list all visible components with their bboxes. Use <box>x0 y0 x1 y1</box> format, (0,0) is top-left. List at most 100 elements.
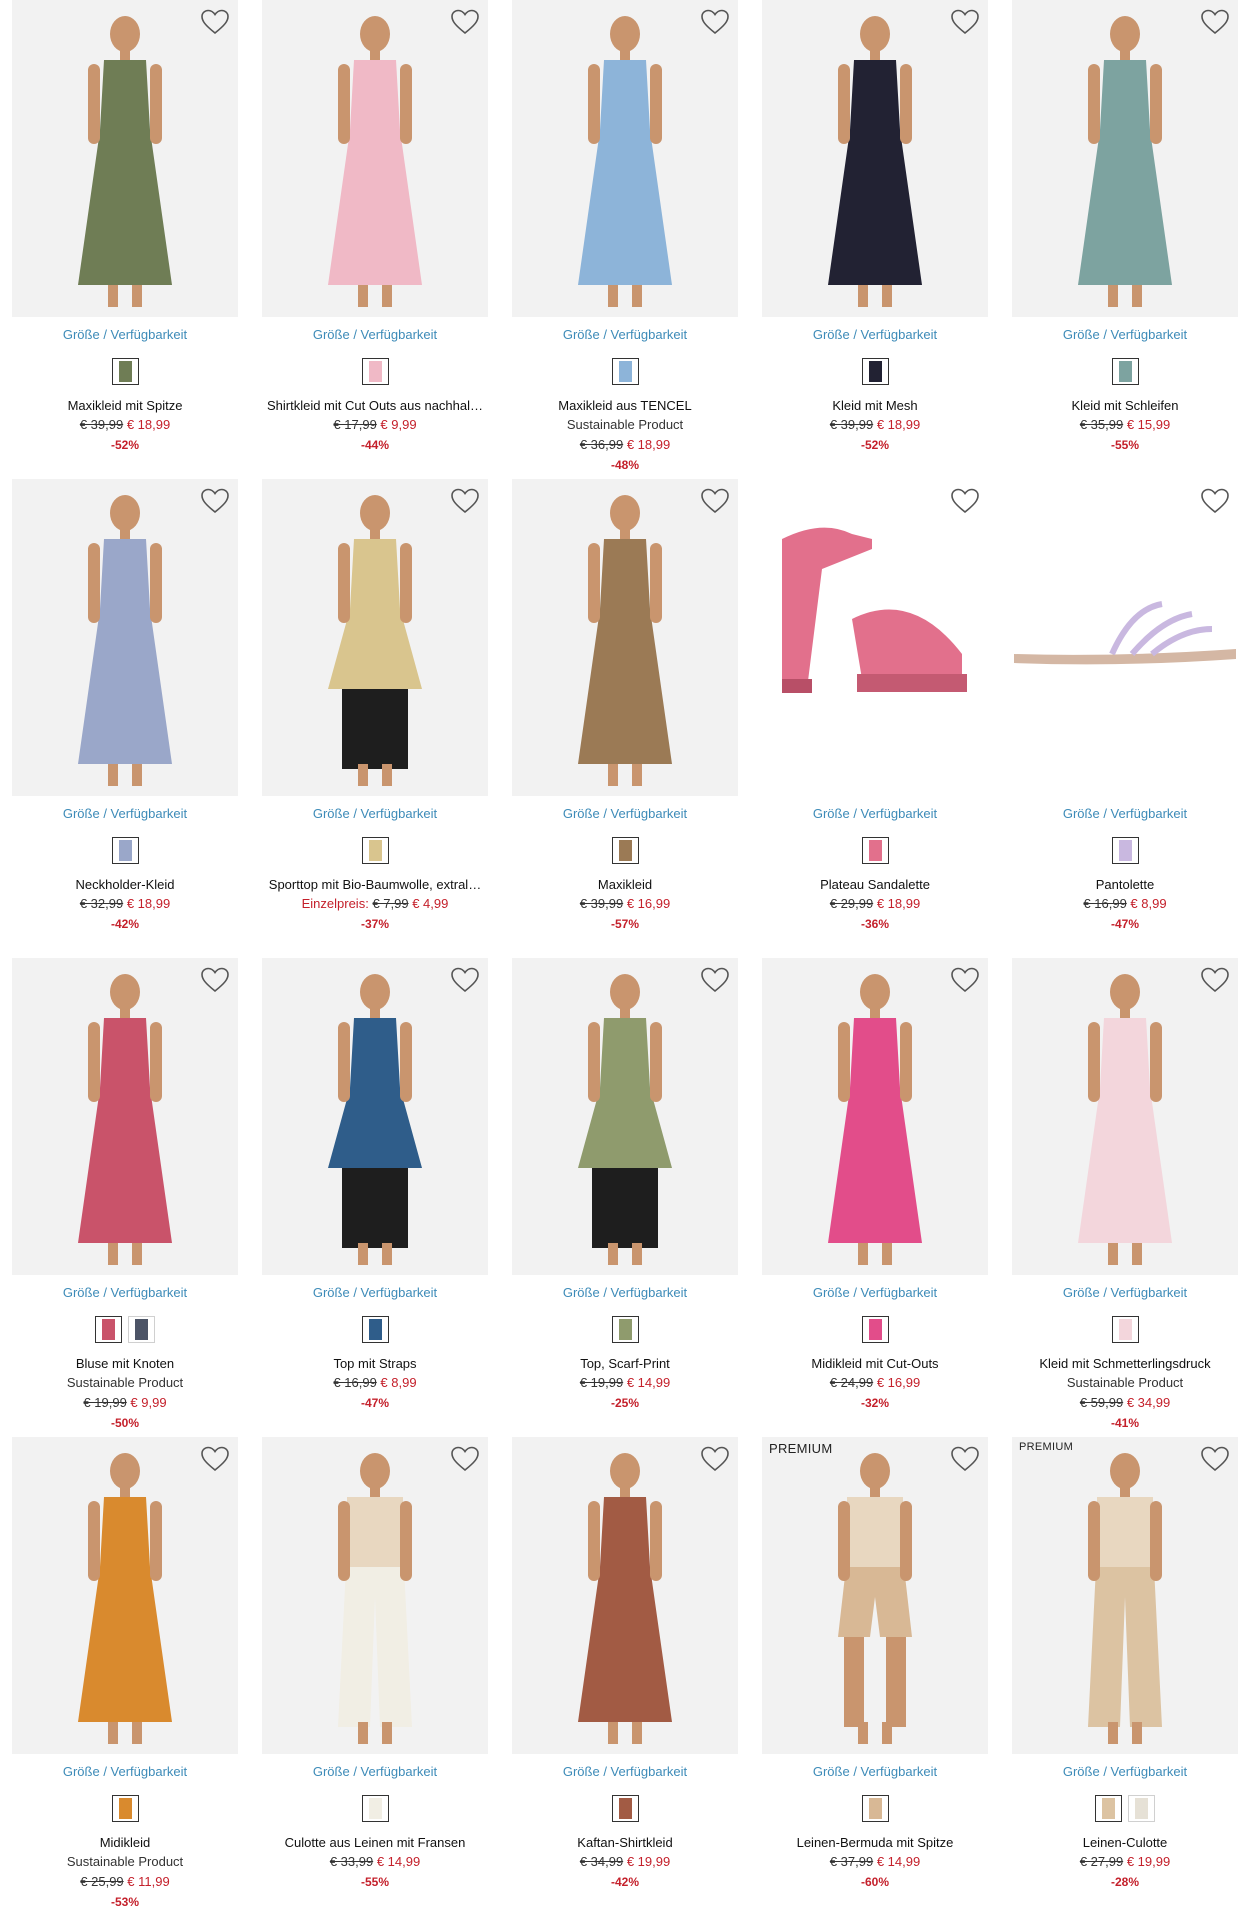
product-name[interactable]: Shirtkleid mit Cut Outs aus nachhal… <box>262 398 488 413</box>
wishlist-heart-icon[interactable] <box>200 966 230 994</box>
wishlist-heart-icon[interactable] <box>700 966 730 994</box>
color-swatch[interactable] <box>611 358 639 385</box>
color-swatch[interactable] <box>861 358 889 385</box>
product-name[interactable]: Leinen-Bermuda mit Spitze <box>762 1835 988 1850</box>
size-availability-link[interactable]: Größe / Verfügbarkeit <box>12 1285 238 1300</box>
product-card[interactable]: Größe / Verfügbarkeit Sporttop mit Bio-Ba… <box>262 479 488 957</box>
product-card[interactable]: PREMIUM Größe / Verfügbarkeit Leinen-Culot… <box>1012 1437 1238 1915</box>
color-swatch[interactable] <box>95 1316 122 1343</box>
color-swatch[interactable] <box>128 1316 155 1343</box>
size-availability-link[interactable]: Größe / Verfügbarkeit <box>512 327 738 342</box>
product-image[interactable] <box>762 958 988 1275</box>
wishlist-heart-icon[interactable] <box>700 1445 730 1473</box>
product-card[interactable]: Größe / Verfügbarkeit Top, Scarf-Print € 1… <box>512 958 738 1436</box>
product-name[interactable]: Kaftan-Shirtkleid <box>512 1835 738 1850</box>
color-swatch[interactable] <box>861 837 889 864</box>
product-name[interactable]: Pantolette <box>1012 877 1238 892</box>
color-swatch[interactable] <box>1111 1316 1139 1343</box>
color-swatch[interactable] <box>1111 837 1139 864</box>
size-availability-link[interactable]: Größe / Verfügbarkeit <box>262 327 488 342</box>
product-image[interactable] <box>12 0 238 317</box>
wishlist-heart-icon[interactable] <box>200 1445 230 1473</box>
product-card[interactable]: Größe / Verfügbarkeit Maxikleid aus TENCE… <box>512 0 738 478</box>
color-swatch[interactable] <box>111 837 139 864</box>
product-image[interactable] <box>762 0 988 317</box>
color-swatch[interactable] <box>861 1316 889 1343</box>
size-availability-link[interactable]: Größe / Verfügbarkeit <box>762 1764 988 1779</box>
size-availability-link[interactable]: Größe / Verfügbarkeit <box>12 1764 238 1779</box>
color-swatch[interactable] <box>1111 358 1139 385</box>
wishlist-heart-icon[interactable] <box>200 8 230 36</box>
color-swatch[interactable] <box>611 1316 639 1343</box>
color-swatch[interactable] <box>1095 1795 1122 1822</box>
product-image[interactable] <box>512 1437 738 1754</box>
product-image[interactable] <box>512 958 738 1275</box>
size-availability-link[interactable]: Größe / Verfügbarkeit <box>762 327 988 342</box>
wishlist-heart-icon[interactable] <box>700 8 730 36</box>
wishlist-heart-icon[interactable] <box>1200 1445 1230 1473</box>
product-card[interactable]: Größe / Verfügbarkeit Midikleid mit Cut-O… <box>762 958 988 1436</box>
product-card[interactable]: Größe / Verfügbarkeit Kleid mit Mesh € 39,… <box>762 0 988 478</box>
wishlist-heart-icon[interactable] <box>950 1445 980 1473</box>
product-name[interactable]: Leinen-Culotte <box>1012 1835 1238 1850</box>
color-swatch[interactable] <box>861 1795 889 1822</box>
wishlist-heart-icon[interactable] <box>450 966 480 994</box>
product-card[interactable]: Größe / Verfügbarkeit Kleid mit Schmetter… <box>1012 958 1238 1436</box>
product-image[interactable] <box>12 1437 238 1754</box>
size-availability-link[interactable]: Größe / Verfügbarkeit <box>1012 1285 1238 1300</box>
product-image[interactable] <box>1012 479 1238 796</box>
product-image[interactable] <box>762 479 988 796</box>
product-image[interactable] <box>512 0 738 317</box>
size-availability-link[interactable]: Größe / Verfügbarkeit <box>1012 806 1238 821</box>
color-swatch[interactable] <box>1128 1795 1155 1822</box>
product-name[interactable]: Sporttop mit Bio-Baumwolle, extral… <box>262 877 488 892</box>
wishlist-heart-icon[interactable] <box>450 487 480 515</box>
product-image[interactable] <box>262 958 488 1275</box>
product-card[interactable]: Größe / Verfügbarkeit Maxikleid mit Spitz… <box>12 0 238 478</box>
size-availability-link[interactable]: Größe / Verfügbarkeit <box>1012 1764 1238 1779</box>
product-card[interactable]: Größe / Verfügbarkeit Bluse mit Knoten Sus… <box>12 958 238 1436</box>
product-card[interactable]: Größe / Verfügbarkeit Kleid mit Schleifen… <box>1012 0 1238 478</box>
color-swatch[interactable] <box>361 1316 389 1343</box>
size-availability-link[interactable]: Größe / Verfügbarkeit <box>12 327 238 342</box>
wishlist-heart-icon[interactable] <box>950 8 980 36</box>
color-swatch[interactable] <box>361 837 389 864</box>
product-card[interactable]: Größe / Verfügbarkeit Kaftan-Shirtkleid € … <box>512 1437 738 1915</box>
wishlist-heart-icon[interactable] <box>1200 487 1230 515</box>
wishlist-heart-icon[interactable] <box>950 966 980 994</box>
product-name[interactable]: Bluse mit Knoten <box>12 1356 238 1371</box>
color-swatch[interactable] <box>111 1795 139 1822</box>
product-name[interactable]: Culotte aus Leinen mit Fransen <box>262 1835 488 1850</box>
product-card[interactable]: Größe / Verfügbarkeit Culotte aus Leinen … <box>262 1437 488 1915</box>
product-image[interactable] <box>262 0 488 317</box>
product-card[interactable]: Größe / Verfügbarkeit Shirtkleid mit Cut … <box>262 0 488 478</box>
product-name[interactable]: Maxikleid mit Spitze <box>12 398 238 413</box>
product-image[interactable] <box>262 479 488 796</box>
size-availability-link[interactable]: Größe / Verfügbarkeit <box>12 806 238 821</box>
wishlist-heart-icon[interactable] <box>1200 966 1230 994</box>
product-image[interactable]: PREMIUM <box>762 1437 988 1754</box>
product-name[interactable]: Midikleid mit Cut-Outs <box>762 1356 988 1371</box>
size-availability-link[interactable]: Größe / Verfügbarkeit <box>262 806 488 821</box>
product-name[interactable]: Kleid mit Schmetterlingsdruck <box>1012 1356 1238 1371</box>
size-availability-link[interactable]: Größe / Verfügbarkeit <box>762 806 988 821</box>
product-image[interactable]: PREMIUM <box>1012 1437 1238 1754</box>
product-name[interactable]: Kleid mit Mesh <box>762 398 988 413</box>
product-card[interactable]: Größe / Verfügbarkeit Neckholder-Kleid € 3… <box>12 479 238 957</box>
wishlist-heart-icon[interactable] <box>450 1445 480 1473</box>
color-swatch[interactable] <box>111 358 139 385</box>
size-availability-link[interactable]: Größe / Verfügbarkeit <box>512 1285 738 1300</box>
wishlist-heart-icon[interactable] <box>200 487 230 515</box>
color-swatch[interactable] <box>611 837 639 864</box>
size-availability-link[interactable]: Größe / Verfügbarkeit <box>1012 327 1238 342</box>
product-card[interactable]: PREMIUM Größe / Verfügbarkeit Leinen-Bermu… <box>762 1437 988 1915</box>
wishlist-heart-icon[interactable] <box>1200 8 1230 36</box>
size-availability-link[interactable]: Größe / Verfügbarkeit <box>512 806 738 821</box>
product-name[interactable]: Midikleid <box>12 1835 238 1850</box>
wishlist-heart-icon[interactable] <box>950 487 980 515</box>
product-card[interactable]: Größe / Verfügbarkeit Top mit Straps € 16,… <box>262 958 488 1436</box>
product-image[interactable] <box>512 479 738 796</box>
product-name[interactable]: Plateau Sandalette <box>762 877 988 892</box>
size-availability-link[interactable]: Größe / Verfügbarkeit <box>512 1764 738 1779</box>
product-card[interactable]: Größe / Verfügbarkeit Midikleid Sustainabl… <box>12 1437 238 1915</box>
